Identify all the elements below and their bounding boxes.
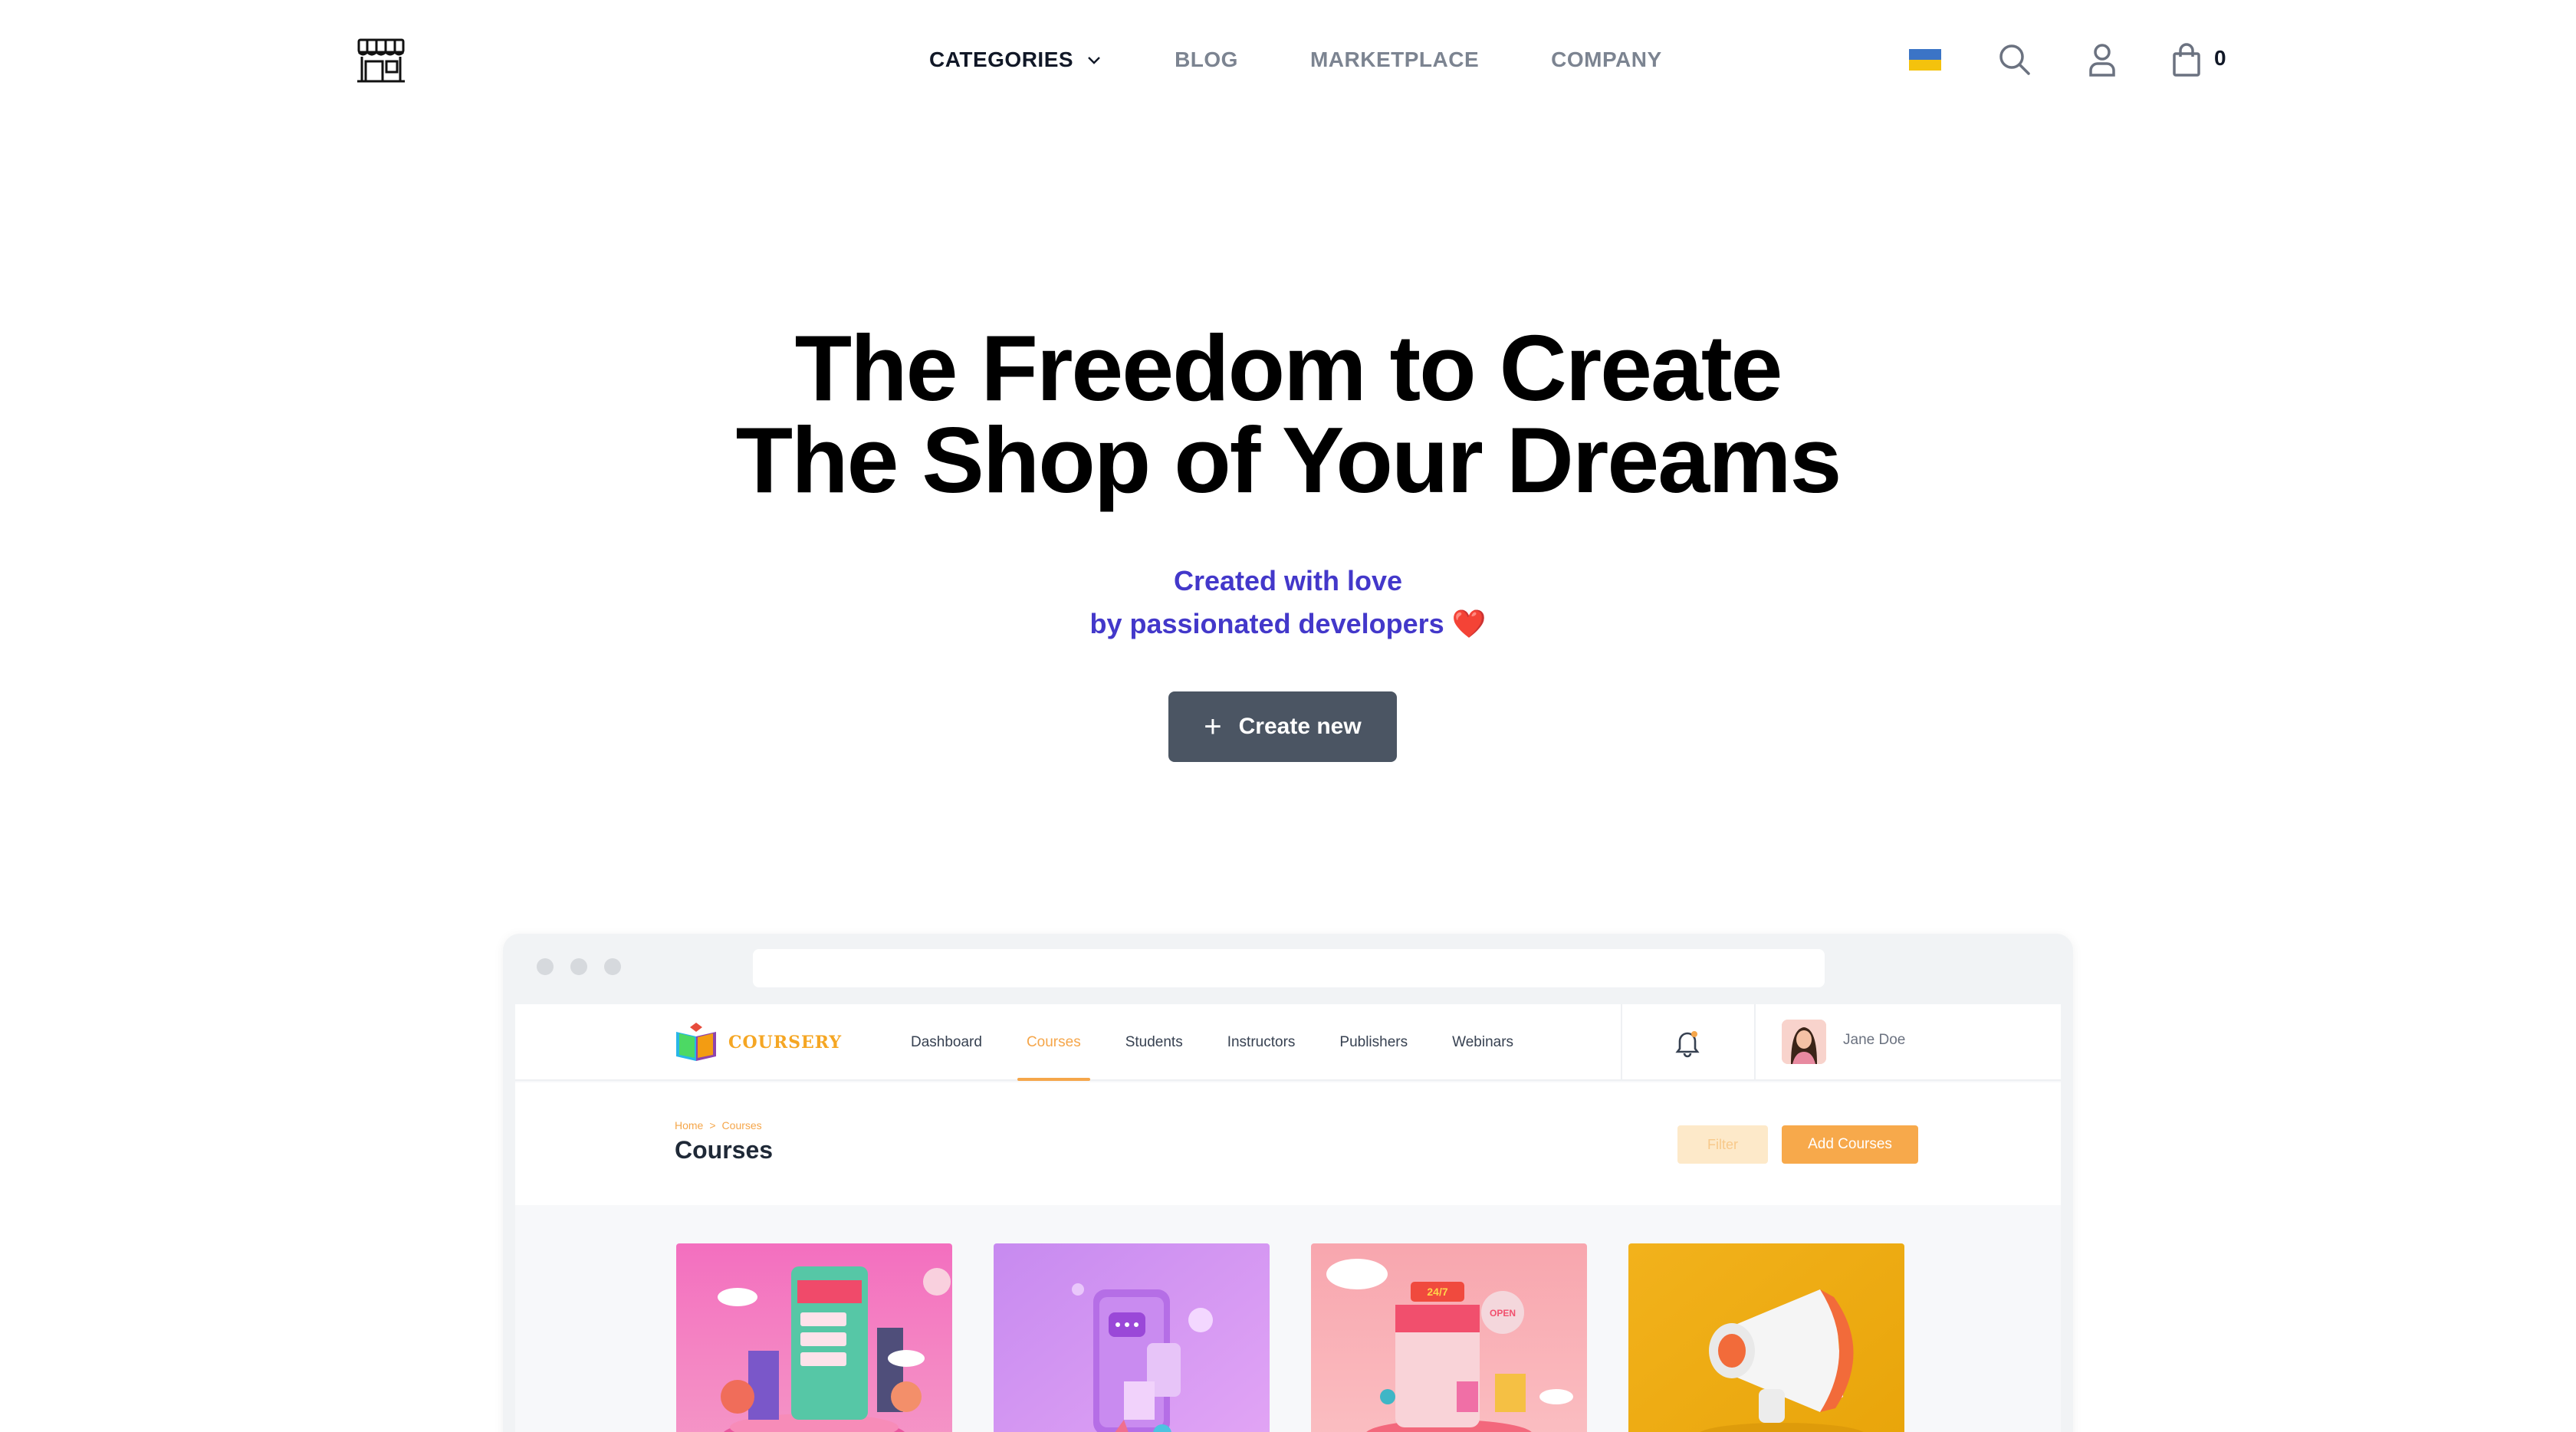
preview-tab-courses[interactable]: Courses — [1017, 1004, 1090, 1081]
preview-page-title: Courses — [675, 1136, 774, 1164]
filter-button[interactable]: Filter — [1677, 1125, 1768, 1164]
plus-icon: + — [1204, 710, 1222, 744]
preview-tab-students[interactable]: Students — [1125, 1004, 1183, 1081]
top-navbar: CATEGORIES BLOG MARKETPLACE COMPANY 0 — [0, 0, 2576, 120]
cart-count-badge: 0 — [2214, 46, 2226, 70]
window-dot — [537, 958, 554, 975]
preview-brand-name: COURSERY — [728, 1033, 843, 1053]
preview-app: COURSERY Dashboard Courses Students Inst… — [515, 1004, 2061, 1432]
nav-blog-label: BLOG — [1175, 48, 1238, 71]
online-shop-illustration — [676, 1243, 952, 1432]
preview-brand: COURSERY — [673, 1021, 842, 1064]
create-new-button[interactable]: + Create new — [1168, 691, 1397, 762]
megaphone-illustration — [1628, 1243, 1904, 1432]
hero-title: The Freedom to Create The Shop of Your D… — [0, 316, 2576, 512]
breadcrumb-current: Courses — [721, 1119, 762, 1131]
course-card-megaphone[interactable] — [1628, 1243, 1904, 1432]
nav-categories[interactable]: CATEGORIES — [929, 48, 1102, 72]
course-card-open-store[interactable]: 24/7 OPEN — [1311, 1243, 1587, 1432]
preview-tab-dashboard[interactable]: Dashboard — [911, 1004, 982, 1081]
book-logo-icon — [676, 1023, 716, 1061]
preview-tab-instructors[interactable]: Instructors — [1227, 1004, 1296, 1081]
nav-company-label: COMPANY — [1551, 48, 1662, 71]
preview-page-header: Home > Courses Courses Filter Add Courses — [515, 1082, 2061, 1205]
user-icon[interactable] — [2082, 40, 2122, 80]
nav-marketplace-label: MARKETPLACE — [1309, 48, 1480, 71]
hero-subtitle-line-2: by passionated developers ❤️ — [0, 603, 2576, 645]
hero-subtitle-text: by passionated developers — [1089, 608, 1444, 639]
nav-categories-label: CATEGORIES — [929, 48, 1074, 71]
breadcrumb: Home > Courses — [675, 1119, 762, 1131]
preview-tabs: Dashboard Courses Students Instructors P… — [911, 1004, 1513, 1081]
breadcrumb-home[interactable]: Home — [675, 1119, 703, 1131]
address-bar — [753, 949, 1825, 987]
hero-subtitle: Created with love by passionated develop… — [0, 560, 2576, 645]
search-icon[interactable] — [1995, 40, 2035, 80]
open-store-24-7-illustration: 24/7 OPEN — [1311, 1243, 1587, 1432]
create-new-label: Create new — [1238, 714, 1362, 739]
chevron-down-icon — [1088, 57, 1100, 64]
bell-icon[interactable] — [1673, 1027, 1702, 1058]
svg-text:24/7: 24/7 — [1427, 1286, 1447, 1298]
heart-icon: ❤️ — [1451, 608, 1487, 639]
ukraine-flag-icon[interactable] — [1909, 49, 1941, 71]
window-dot — [570, 958, 587, 975]
divider — [1621, 1004, 1622, 1081]
nav-company[interactable]: COMPANY — [1551, 48, 1662, 72]
preview-tab-publishers[interactable]: Publishers — [1339, 1004, 1408, 1081]
divider — [1754, 1004, 1756, 1081]
browser-mockup: COURSERY Dashboard Courses Students Inst… — [503, 934, 2073, 1432]
hero-title-line-2: The Shop of Your Dreams — [735, 408, 1842, 512]
course-card-mobile-chat[interactable] — [994, 1243, 1270, 1432]
window-dot — [604, 958, 621, 975]
preview-navbar: COURSERY Dashboard Courses Students Inst… — [515, 1004, 2061, 1081]
breadcrumb-separator: > — [709, 1119, 716, 1131]
preview-tab-webinars[interactable]: Webinars — [1452, 1004, 1513, 1081]
hero-subtitle-line-1: Created with love — [1173, 565, 1403, 596]
shop-logo-icon[interactable] — [354, 34, 408, 87]
mobile-chat-illustration — [994, 1243, 1270, 1432]
nav-marketplace[interactable]: MARKETPLACE — [1310, 48, 1479, 72]
course-card-online-shop[interactable] — [676, 1243, 952, 1432]
hero-title-line-1: The Freedom to Create — [794, 316, 1783, 420]
main-nav: CATEGORIES BLOG MARKETPLACE COMPANY — [929, 43, 1662, 77]
add-courses-button[interactable]: Add Courses — [1782, 1125, 1918, 1164]
avatar[interactable] — [1782, 1020, 1826, 1064]
page: CATEGORIES BLOG MARKETPLACE COMPANY 0 Th… — [0, 0, 2576, 1432]
shopping-bag-icon[interactable] — [2167, 40, 2206, 80]
svg-text:OPEN: OPEN — [1490, 1308, 1516, 1319]
preview-username: Jane Doe — [1843, 1032, 1906, 1048]
nav-blog[interactable]: BLOG — [1175, 48, 1238, 72]
